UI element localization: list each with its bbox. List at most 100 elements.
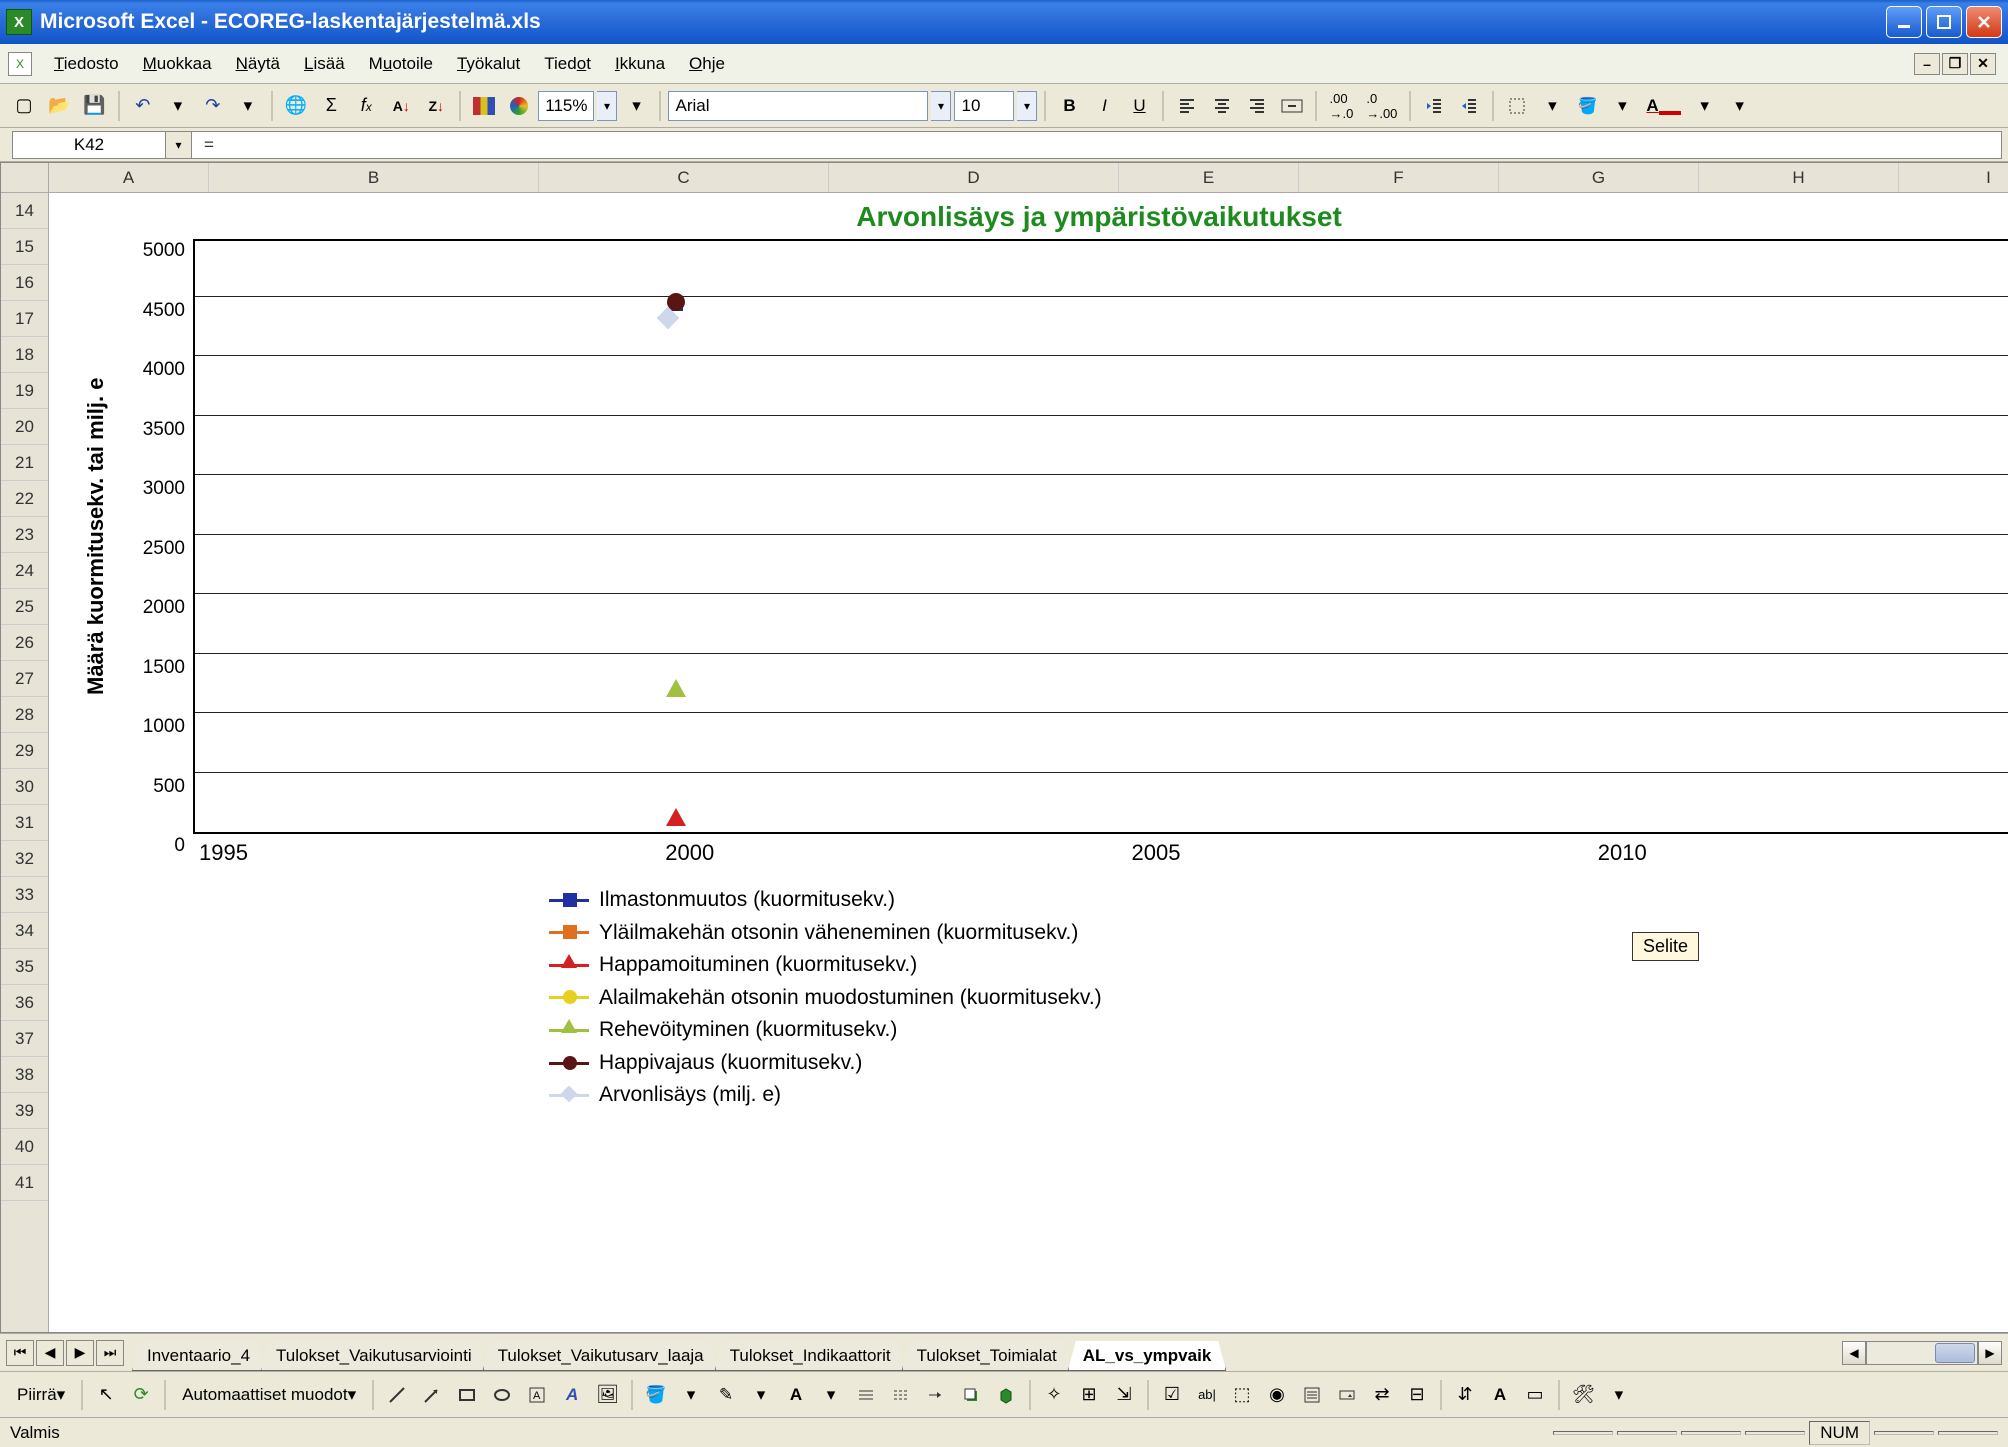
sort-asc-button[interactable]: A↓: [385, 90, 417, 122]
column-header-G[interactable]: G: [1499, 163, 1699, 192]
row-header-29[interactable]: 29: [1, 733, 48, 769]
edit-points-button[interactable]: ✧: [1038, 1379, 1070, 1411]
menu-item-näytä[interactable]: Näytä: [224, 48, 292, 80]
row-header-27[interactable]: 27: [1, 661, 48, 697]
italic-button[interactable]: I: [1088, 90, 1120, 122]
font-color-draw-button[interactable]: A: [780, 1379, 812, 1411]
tools-button[interactable]: 🛠: [1567, 1379, 1600, 1411]
menu-item-muokkaa[interactable]: Muokkaa: [131, 48, 224, 80]
sheet-tab-Inventaario_4[interactable]: Inventaario_4: [132, 1341, 265, 1371]
arrow-style-button[interactable]: [920, 1379, 952, 1411]
nudge-button[interactable]: ⇲: [1108, 1379, 1140, 1411]
fill-color-button[interactable]: 🪣: [1571, 90, 1603, 122]
scroll-right-button[interactable]: ▶: [1978, 1341, 2002, 1365]
align-right-button[interactable]: [1241, 90, 1273, 122]
worksheet[interactable]: ABCDEFGHIJ 14151617181920212223242526272…: [0, 162, 2008, 1333]
row-header-34[interactable]: 34: [1, 913, 48, 949]
label-button[interactable]: A: [1484, 1379, 1516, 1411]
row-header-32[interactable]: 32: [1, 841, 48, 877]
new-button[interactable]: ▢: [8, 90, 40, 122]
fill-color-draw-dropdown[interactable]: ▾: [675, 1379, 707, 1411]
save-button[interactable]: 💾: [78, 90, 110, 122]
radio-button[interactable]: ◉: [1261, 1379, 1293, 1411]
increase-indent-button[interactable]: [1453, 90, 1485, 122]
row-header-20[interactable]: 20: [1, 409, 48, 445]
rectangle-button[interactable]: [451, 1379, 483, 1411]
row-header-23[interactable]: 23: [1, 517, 48, 553]
align-center-button[interactable]: [1206, 90, 1238, 122]
borders-button[interactable]: [1501, 90, 1533, 122]
sheet-tab-Tulokset_Toimialat[interactable]: Tulokset_Toimialat: [902, 1341, 1072, 1371]
row-header-37[interactable]: 37: [1, 1021, 48, 1057]
line-style-button[interactable]: [850, 1379, 882, 1411]
column-header-H[interactable]: H: [1699, 163, 1899, 192]
wordart-button[interactable]: A: [556, 1379, 588, 1411]
mdi-restore-button[interactable]: ❐: [1942, 53, 1968, 75]
undo-dropdown[interactable]: ▾: [162, 90, 194, 122]
row-header-33[interactable]: 33: [1, 877, 48, 913]
line-button[interactable]: [381, 1379, 413, 1411]
row-header-28[interactable]: 28: [1, 697, 48, 733]
menu-item-lisää[interactable]: Lisää: [292, 48, 357, 80]
toolbar-overflow-2[interactable]: ▾: [1724, 90, 1756, 122]
row-header-21[interactable]: 21: [1, 445, 48, 481]
row-header-39[interactable]: 39: [1, 1093, 48, 1129]
combobox-button[interactable]: [1331, 1379, 1363, 1411]
clipart-button[interactable]: 🖼: [591, 1379, 624, 1411]
row-header-26[interactable]: 26: [1, 625, 48, 661]
form-field-button[interactable]: ab|: [1191, 1379, 1223, 1411]
font-color-dropdown[interactable]: ▾: [1689, 90, 1721, 122]
redo-button[interactable]: ↷: [197, 90, 229, 122]
menu-item-tiedosto[interactable]: Tiedosto: [42, 48, 131, 80]
hscroll-thumb[interactable]: [1935, 1343, 1975, 1363]
rotate-button[interactable]: ⟳: [125, 1379, 157, 1411]
oval-button[interactable]: [486, 1379, 518, 1411]
row-header-35[interactable]: 35: [1, 949, 48, 985]
autosum-button[interactable]: Σ: [315, 90, 347, 122]
sheet-tab-Tulokset_Vaikutusarviointi[interactable]: Tulokset_Vaikutusarviointi: [261, 1341, 487, 1371]
mdi-close-button[interactable]: ✕: [1970, 53, 1996, 75]
row-header-16[interactable]: 16: [1, 265, 48, 301]
borders-dropdown[interactable]: ▾: [1536, 90, 1568, 122]
checkbox-button[interactable]: ☑: [1156, 1379, 1188, 1411]
window-maximize-button[interactable]: [1926, 6, 1962, 38]
tab-nav-prev[interactable]: ◀: [36, 1340, 64, 1366]
function-button[interactable]: fx: [350, 90, 382, 122]
name-box-dropdown[interactable]: ▾: [165, 132, 191, 158]
sheet-tab-AL_vs_ympvaik[interactable]: AL_vs_ympvaik: [1068, 1341, 1227, 1371]
row-header-30[interactable]: 30: [1, 769, 48, 805]
row-header-22[interactable]: 22: [1, 481, 48, 517]
fill-color-dropdown[interactable]: ▾: [1606, 90, 1638, 122]
spinbutton-button[interactable]: ⇵: [1449, 1379, 1481, 1411]
menu-item-ohje[interactable]: Ohje: [677, 48, 737, 80]
row-header-24[interactable]: 24: [1, 553, 48, 589]
menu-item-tiedot[interactable]: Tiedot: [532, 48, 603, 80]
column-header-I[interactable]: I: [1899, 163, 2008, 192]
select-objects-button[interactable]: ↖: [90, 1379, 122, 1411]
drawing-toolbar-button[interactable]: [503, 90, 535, 122]
fontsize-combo[interactable]: 10: [954, 91, 1014, 121]
row-header-31[interactable]: 31: [1, 805, 48, 841]
draw-menu[interactable]: Piirrä ▾: [8, 1379, 74, 1411]
sort-desc-button[interactable]: Z↓: [420, 90, 452, 122]
font-color-draw-dropdown[interactable]: ▾: [815, 1379, 847, 1411]
font-combo[interactable]: Arial: [668, 91, 928, 121]
dash-style-button[interactable]: [885, 1379, 917, 1411]
increase-decimal-button[interactable]: .00→.0: [1324, 90, 1358, 122]
undo-button[interactable]: ↶: [127, 90, 159, 122]
group-button[interactable]: ⬚: [1226, 1379, 1258, 1411]
row-header-38[interactable]: 38: [1, 1057, 48, 1093]
line-color-dropdown[interactable]: ▾: [745, 1379, 777, 1411]
tab-nav-next[interactable]: ▶: [66, 1340, 94, 1366]
font-dropdown[interactable]: ▾: [931, 91, 951, 121]
horizontal-scrollbar[interactable]: ◀ ▶: [1842, 1341, 2002, 1365]
open-button[interactable]: 📂: [43, 90, 75, 122]
row-header-36[interactable]: 36: [1, 985, 48, 1021]
tools-dropdown[interactable]: ▾: [1603, 1379, 1635, 1411]
name-box[interactable]: K42 ▾: [12, 131, 192, 159]
arrow-button[interactable]: [416, 1379, 448, 1411]
zoom-dropdown[interactable]: ▾: [597, 91, 617, 121]
row-header-40[interactable]: 40: [1, 1129, 48, 1165]
row-header-18[interactable]: 18: [1, 337, 48, 373]
snap-button[interactable]: ⊞: [1073, 1379, 1105, 1411]
